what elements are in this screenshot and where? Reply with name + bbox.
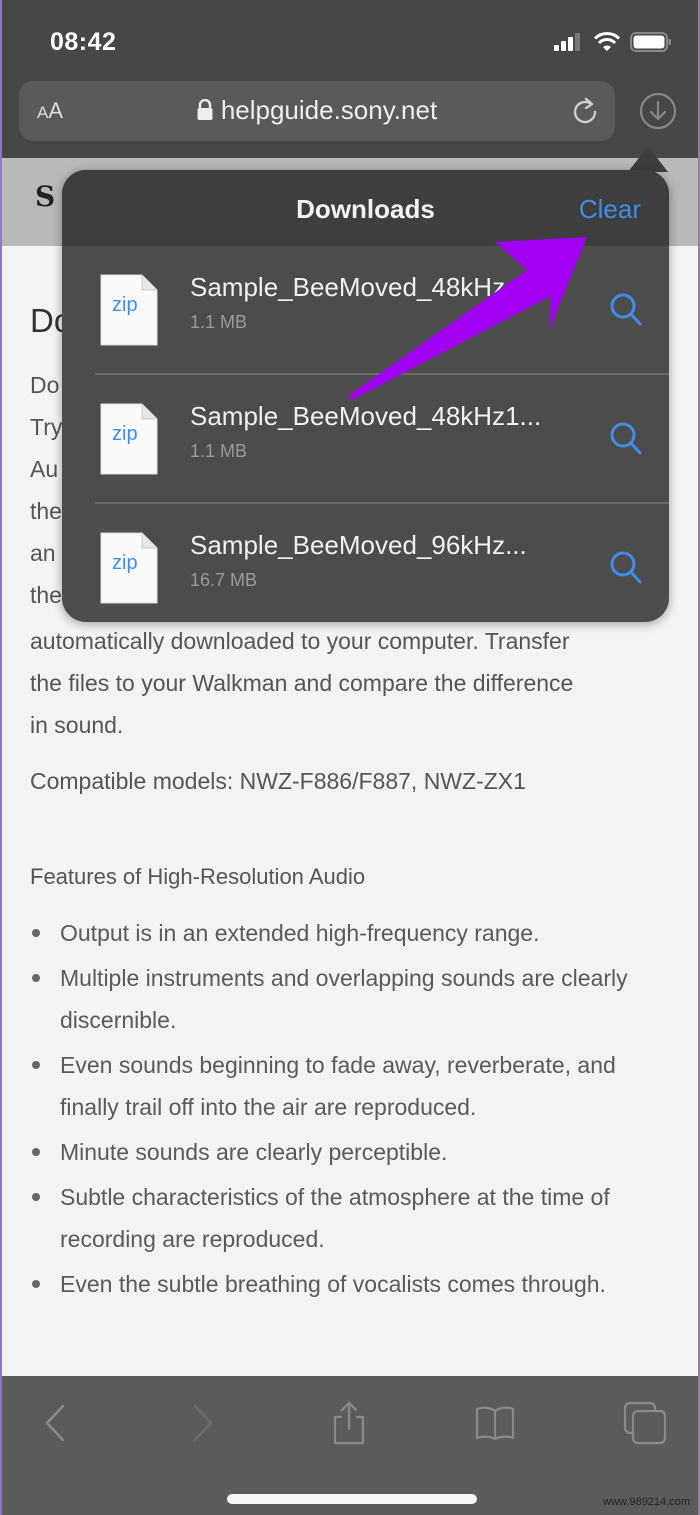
search-icon[interactable] [609, 292, 643, 328]
intro-text-line: automatically downloaded to your compute… [30, 628, 570, 654]
browser-top-chrome: 08:42 AA helpguide.sony.net [2, 0, 698, 158]
intro-text-partial: the [30, 582, 62, 608]
download-item[interactable]: zip Sample_BeeMoved_48kHz1... 1.1 MB [62, 375, 669, 504]
lock-icon [197, 98, 213, 120]
chevron-left-icon [45, 1404, 65, 1442]
url-display[interactable]: helpguide.sony.net [19, 95, 615, 126]
intro-text-partial: the [30, 498, 62, 524]
intro-text-partial: an [30, 540, 56, 566]
download-item[interactable]: zip Sample_BeeMoved_96kHz... 16.7 MB [62, 504, 669, 622]
intro-text-line: in sound. [30, 712, 124, 738]
file-size: 1.1 MB [190, 312, 248, 332]
reload-icon[interactable] [569, 95, 601, 127]
intro-text-line: the files to your Walkman and compare th… [30, 670, 574, 696]
intro-text-partial: Do [30, 372, 60, 398]
feature-item: Subtle characteristics of the atmosphere… [30, 1176, 670, 1260]
feature-list: Output is in an extended high-frequency … [30, 912, 670, 1308]
url-domain: helpguide.sony.net [220, 95, 438, 125]
file-type-label: zip [112, 552, 138, 574]
chevron-right-icon [193, 1404, 213, 1442]
bullet-icon [32, 1280, 40, 1288]
file-name: Sample_BeeMoved_96kHz... [190, 530, 527, 560]
status-icons [554, 32, 672, 52]
watermark: www.989214.com [603, 1496, 690, 1508]
file-name: Sample_BeeMoved_48kHz1... [190, 401, 542, 431]
downloads-popover: Downloads Clear zip Sample_BeeMoved_48kH… [62, 170, 669, 622]
feature-item: Multiple instruments and overlapping sou… [30, 957, 670, 1041]
file-size: 1.1 MB [190, 441, 248, 461]
battery-icon [630, 32, 671, 52]
cellular-signal-icon [554, 33, 580, 51]
wifi-icon [594, 32, 620, 51]
search-icon[interactable] [609, 550, 643, 586]
popover-caret [628, 146, 668, 172]
status-time: 08:42 [50, 28, 117, 56]
bullet-icon [32, 1148, 40, 1156]
back-button[interactable] [30, 1398, 80, 1448]
clear-button[interactable]: Clear [579, 194, 641, 225]
compatible-models: Compatible models: NWZ-F886/F887, NWZ-ZX… [30, 768, 526, 794]
download-icon[interactable] [638, 91, 678, 131]
bottom-toolbar: www.989214.com [2, 1376, 698, 1515]
feature-item: Output is in an extended high-frequency … [30, 912, 670, 954]
features-title: Features of High-Resolution Audio [30, 864, 366, 889]
bullet-icon [32, 974, 40, 982]
file-name: Sample_BeeMoved_48kHz... [190, 272, 527, 302]
book-icon [475, 1406, 515, 1441]
bullet-icon [32, 1193, 40, 1201]
bullet-icon [32, 929, 40, 937]
tabs-button[interactable] [620, 1398, 670, 1448]
url-bar[interactable]: AA helpguide.sony.net [19, 81, 615, 141]
popover-header: Downloads Clear [62, 170, 669, 246]
site-logo[interactable]: S [35, 180, 55, 213]
bookmarks-button[interactable] [470, 1398, 520, 1448]
bullet-icon [32, 1061, 40, 1069]
file-size: 16.7 MB [190, 570, 258, 590]
forward-button[interactable] [178, 1398, 228, 1448]
file-type-label: zip [112, 294, 138, 316]
feature-item: Even sounds beginning to fade away, reve… [30, 1044, 670, 1128]
search-icon[interactable] [609, 421, 643, 457]
download-item[interactable]: zip Sample_BeeMoved_48kHz... 1.1 MB [62, 246, 669, 375]
feature-item: Even the subtle breathing of vocalists c… [30, 1263, 670, 1305]
tabs-icon [623, 1401, 667, 1445]
feature-item: Minute sounds are clearly perceptible. [30, 1131, 670, 1173]
home-indicator[interactable] [227, 1494, 477, 1504]
intro-text-partial: Au [30, 456, 59, 482]
intro-text-partial: Try [30, 414, 63, 440]
file-type-label: zip [112, 423, 138, 445]
share-icon [333, 1401, 365, 1445]
share-button[interactable] [324, 1398, 374, 1448]
